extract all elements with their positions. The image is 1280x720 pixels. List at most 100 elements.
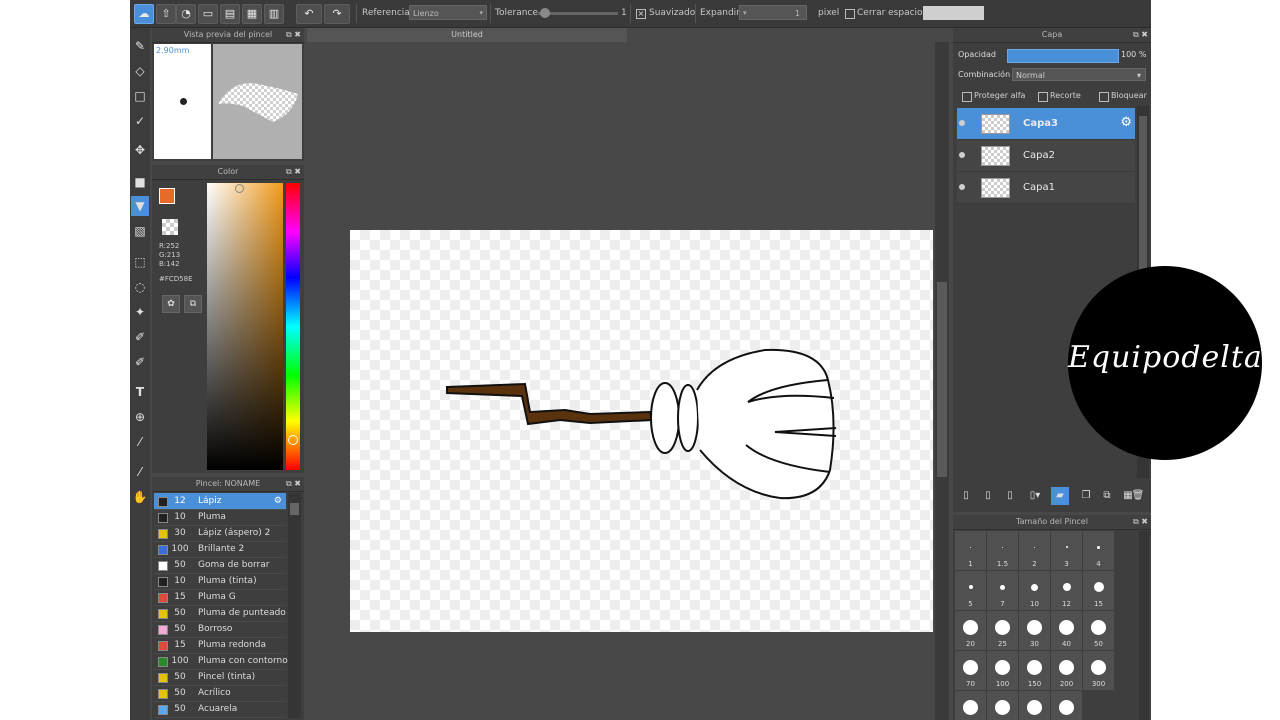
eraser-tool-icon[interactable]: ◇	[131, 61, 149, 81]
brush-size-cell[interactable]: 30	[1019, 611, 1050, 650]
document-icon[interactable]: ▤	[220, 4, 240, 24]
brush-size-cell[interactable]: 2	[1019, 531, 1050, 570]
watermark-logo: Equipodelta	[1068, 266, 1262, 460]
brush-name: Acrílico	[198, 688, 231, 698]
brush-scrollbar[interactable]	[288, 493, 301, 718]
drawing-canvas[interactable]	[350, 230, 933, 632]
duplicate-layer-icon[interactable]: ❐	[1079, 489, 1093, 503]
speech-bubble-icon[interactable]: ◔	[176, 4, 196, 24]
lasso-tool-icon[interactable]: ◌	[131, 277, 149, 297]
move-tool-icon[interactable]: ✥	[131, 140, 149, 160]
brush-size-cell[interactable]: 100	[987, 651, 1018, 690]
hue-thumb[interactable]	[288, 435, 298, 445]
gear-icon[interactable]: ⚙	[274, 493, 282, 509]
brush-size-cell[interactable]	[955, 691, 986, 720]
brush-color-swatch	[158, 497, 168, 507]
brush-list-item[interactable]: 50 Pluma de punteado	[154, 605, 286, 622]
brush-size-cell[interactable]: 1	[955, 531, 986, 570]
magic-wand-icon[interactable]: ✦	[131, 302, 149, 322]
bucket-tool-icon[interactable]: ▼	[131, 196, 149, 216]
brush-list-item[interactable]: 15 Pluma G	[154, 589, 286, 606]
document-tab[interactable]: Untitled	[307, 28, 627, 42]
export-icon[interactable]: ⇧	[156, 4, 176, 24]
transparent-color-swatch[interactable]	[162, 219, 178, 235]
brush-size-cell[interactable]: 3	[1051, 531, 1082, 570]
hue-slider[interactable]	[286, 183, 300, 470]
undo-icon[interactable]: ↶	[296, 4, 322, 24]
select-pen2-icon[interactable]: ✐	[131, 327, 149, 347]
color-picker-cursor[interactable]	[235, 184, 244, 193]
brush-list-item[interactable]: 10 Pluma	[154, 509, 286, 526]
delete-layer-icon[interactable]: 🗑	[1131, 489, 1145, 503]
brush-size-cell[interactable]: 70	[955, 651, 986, 690]
panel-close-icon[interactable]: ⧉ ✖	[286, 28, 301, 42]
brush-list-item[interactable]: 12 Lápiz ⚙	[154, 493, 286, 510]
brush-size-cell[interactable]: 25	[987, 611, 1018, 650]
brush-list-item[interactable]: 50 Acrílico	[154, 685, 286, 702]
new-8bit-layer-icon[interactable]: ▯	[1003, 489, 1017, 503]
bucket-mode-icon[interactable]: ☁	[134, 4, 154, 24]
brush-size-cell[interactable]: 1.5	[987, 531, 1018, 570]
close-gaps-checkbox[interactable]	[845, 9, 855, 19]
size-dot	[1065, 546, 1068, 548]
brush-tool-icon[interactable]: ✎	[131, 36, 149, 56]
rectangle-tool-icon[interactable]: □	[131, 86, 149, 106]
reference-select[interactable]: Lienzo ▾	[409, 5, 487, 20]
brush-size-cell[interactable]: 4	[1083, 531, 1114, 570]
brush-size-cell[interactable]: 20	[955, 611, 986, 650]
select-eraser-icon[interactable]: ✐	[131, 352, 149, 372]
expand-select[interactable]: ▾ 1	[739, 5, 807, 20]
folder-icon[interactable]: ▰	[1051, 487, 1069, 505]
divide-tool-icon[interactable]: ⁄	[131, 432, 149, 452]
brush-list-item[interactable]: 100 Pluma con contorno	[154, 653, 288, 670]
antialias-checkbox[interactable]: ×	[636, 9, 646, 19]
brush-list-item[interactable]: 15 Pluma redonda	[154, 637, 286, 654]
canvas-vscrollbar[interactable]	[935, 42, 949, 720]
palette-icon[interactable]: ✿	[162, 295, 180, 313]
hex-readout: #FCD58E	[159, 275, 193, 283]
fill-rect-icon[interactable]: ■	[131, 172, 149, 192]
brush-scroll-thumb[interactable]	[290, 503, 299, 515]
brush-size-cell[interactable]: 12	[1051, 571, 1082, 610]
brush-size-cell[interactable]: 40	[1051, 611, 1082, 650]
gradient-tool-icon[interactable]: ▧	[131, 221, 149, 241]
brush-size-cell[interactable]: 150	[1019, 651, 1050, 690]
brush-size-cell[interactable]: 300	[1083, 651, 1114, 690]
text-tool-icon[interactable]: T	[131, 382, 149, 402]
tolerance-slider[interactable]	[538, 8, 618, 18]
select-rect-icon[interactable]: ⬚	[131, 252, 149, 272]
brush-size-cell[interactable]: 200	[1051, 651, 1082, 690]
saturation-value-square[interactable]	[207, 183, 283, 470]
brush-size-cell[interactable]	[987, 691, 1018, 720]
brush-list-item[interactable]: 30 Lápiz (áspero) 2	[154, 525, 286, 542]
brush-list-item[interactable]: 100 Brillante 2	[154, 541, 286, 558]
brush-list-item[interactable]: 50 Goma de borrar	[154, 557, 286, 574]
select-pen-icon[interactable]: ✓	[131, 111, 149, 131]
canvas-scroll-thumb[interactable]	[937, 282, 947, 477]
brush-size-cell[interactable]	[1051, 691, 1082, 720]
new-layer-icon[interactable]: ▯	[959, 489, 973, 503]
add-layer-menu-icon[interactable]: ▯▾	[1025, 489, 1045, 503]
brush-list-item[interactable]: 10 Pluma (tinta)	[154, 573, 286, 590]
brush-size-cell[interactable]: 5	[955, 571, 986, 610]
comment-icon[interactable]: ▭	[198, 4, 218, 24]
grid-icon[interactable]: ▦	[242, 4, 262, 24]
redo-icon[interactable]: ↷	[324, 4, 350, 24]
slider-thumb[interactable]	[540, 8, 550, 18]
brush-size-cell[interactable]: 10	[1019, 571, 1050, 610]
size-scrollbar[interactable]	[1139, 531, 1149, 720]
brush-size-cell[interactable]: 15	[1083, 571, 1114, 610]
merge-layer-icon[interactable]: ⧉	[1100, 489, 1114, 503]
panels-icon[interactable]: ▥	[264, 4, 284, 24]
new-halftone-layer-icon[interactable]: ▯	[981, 489, 995, 503]
brush-size-cell[interactable]	[1019, 691, 1050, 720]
panel-close-icon[interactable]: ⧉ ✖	[286, 165, 301, 179]
brush-list-item[interactable]: 50 Acuarela	[154, 701, 286, 718]
color-swap-icon[interactable]: ⧉	[184, 295, 202, 313]
brush-size-cell[interactable]: 7	[987, 571, 1018, 610]
operation-tool-icon[interactable]: ⊕	[131, 407, 149, 427]
brush-list-item[interactable]: 50 Borroso	[154, 621, 286, 638]
brush-list-item[interactable]: 50 Pincel (tinta)	[154, 669, 286, 686]
foreground-color-swatch[interactable]	[159, 188, 175, 204]
brush-size-cell[interactable]: 50	[1083, 611, 1114, 650]
